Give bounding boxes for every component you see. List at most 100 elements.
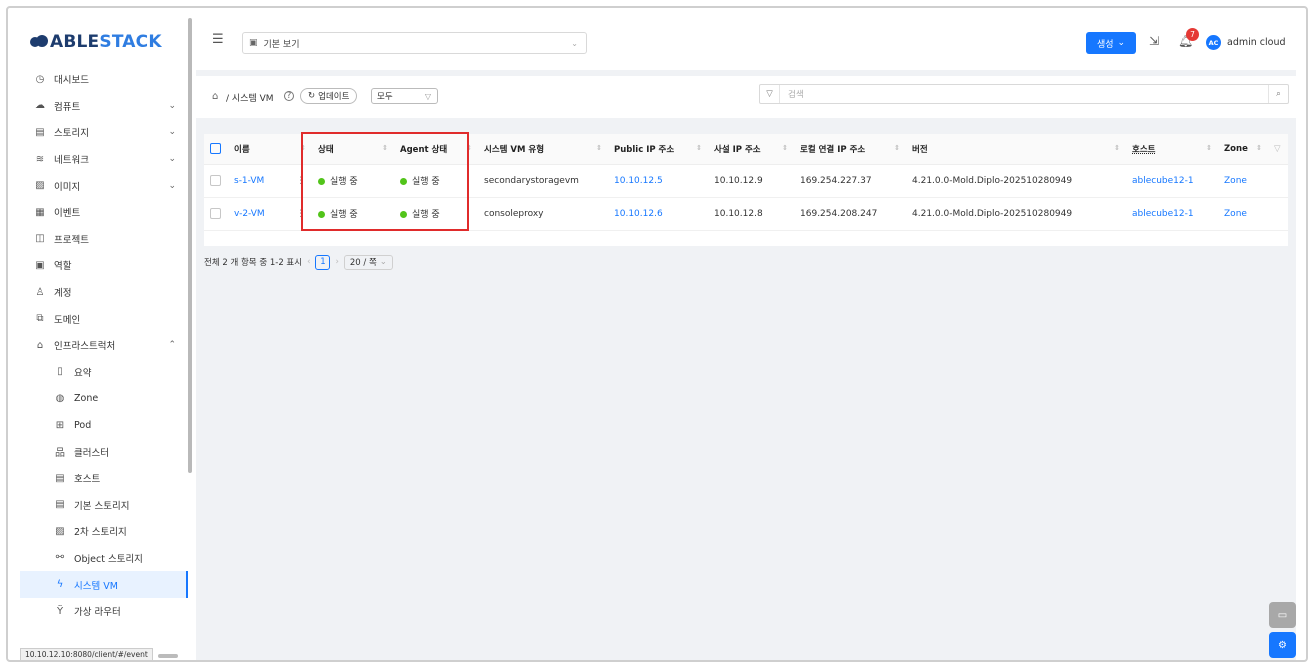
sidebar-item-label: 역할: [54, 261, 72, 273]
sidebar-item[interactable]: ⧉ 도메인: [20, 305, 188, 332]
fork-icon: Ÿ: [56, 605, 64, 617]
sidebar-item[interactable]: ◫ 프로젝트: [20, 226, 188, 253]
column-header[interactable]: Agent 상태 ⇕: [394, 134, 479, 165]
question-icon[interactable]: ?: [284, 91, 294, 101]
vm-name-link[interactable]: v-2-VM: [228, 197, 290, 231]
vm-type-cell: consoleproxy: [478, 197, 609, 231]
secondary-storage-icon: ▨: [55, 525, 65, 537]
sidebar-subitem-label: 클러스터: [74, 447, 109, 459]
app-frame: ABLESTACK ◷ 대시보드 ☁ 컴퓨트 ⌄ ▤ 스토리지 ⌄ ≋ 네트워크 ⌄ ▨ 이미지 ⌄ ▦ 이벤…: [6, 6, 1308, 662]
table-row[interactable]: s-1-VM ⋮ 실행 중 실행 중 secondarystoragevm 10.10.1…: [204, 164, 1289, 198]
column-header[interactable]: Public IP 주소 ⇕: [608, 134, 709, 165]
gear-icon[interactable]: ⚙: [1269, 632, 1296, 658]
sidebar-item[interactable]: ▨ 이미지 ⌄: [20, 172, 188, 199]
bank-icon: ⌂: [36, 339, 44, 351]
sidebar-item[interactable]: ▤ 스토리지 ⌄: [20, 119, 188, 146]
table-row[interactable]: v-2-VM ⋮ 실행 중 실행 중 consoleproxy 10.10.12.6 10.…: [204, 197, 1289, 231]
view-select[interactable]: ▣ 기본 보기 ⌄: [242, 32, 587, 54]
menu-fold-icon[interactable]: ☰: [212, 32, 224, 47]
private-ip-cell: 10.10.12.9: [708, 164, 795, 198]
sidebar-item-label: 네트워크: [54, 155, 89, 167]
column-filter-icon[interactable]: ▽: [1268, 134, 1289, 165]
chevron-down-icon: ⌄: [1117, 38, 1126, 48]
sidebar-subitem[interactable]: ⚯ Object 스토리지: [20, 545, 188, 572]
view-icon: ▣: [249, 38, 258, 48]
zone-link[interactable]: Zone: [1218, 197, 1269, 231]
sidebar-item[interactable]: ♙ 계정: [20, 279, 188, 306]
sidebar-item[interactable]: ⌂ 인프라스트럭처 ⌃: [20, 332, 188, 359]
page-number[interactable]: 1: [315, 254, 331, 270]
search-placeholder: 검색: [788, 90, 804, 100]
status-dot-icon: [400, 211, 408, 218]
private-ip-cell: 10.10.12.8: [708, 197, 795, 231]
zone-link[interactable]: Zone: [1218, 164, 1269, 198]
more-icon[interactable]: ⋮: [290, 164, 313, 198]
public-ip-link[interactable]: 10.10.12.5: [608, 164, 709, 198]
column-header[interactable]: 시스템 VM 유형 ⇕: [478, 134, 609, 165]
refresh-button[interactable]: ↻ 업데이트: [300, 88, 358, 104]
chevron-icon: ⌄: [168, 127, 176, 138]
sidebar-item[interactable]: ☁ 컴퓨트 ⌄: [20, 93, 188, 120]
sidebar-subitem-label: 시스템 VM: [74, 580, 118, 592]
status-dot-icon: [318, 211, 326, 218]
column-header[interactable]: 로컬 연결 IP 주소 ⇕: [794, 134, 907, 165]
more-icon[interactable]: ⋮: [290, 197, 313, 231]
sidebar-subitem[interactable]: ▨ 2차 스토리지: [20, 518, 188, 545]
sidebar-subitem[interactable]: ◍ Zone: [20, 385, 188, 412]
next-page-icon[interactable]: ›: [335, 257, 338, 267]
sidebar-subitem[interactable]: ϟ 시스템 VM: [20, 571, 188, 598]
prev-page-icon[interactable]: ‹: [307, 257, 310, 267]
avatar[interactable]: AC: [1206, 35, 1221, 50]
logo[interactable]: ABLESTACK: [30, 30, 162, 54]
search-icon[interactable]: ⌕: [1268, 85, 1288, 103]
sidebar-item[interactable]: ▣ 역할: [20, 252, 188, 279]
sidebar-item[interactable]: ◷ 대시보드: [20, 66, 188, 93]
table-header-row: 이름 ⇕ 상태 ⇕ Agent 상태 ⇕ 시스템 VM 유형 ⇕ Public IP 주…: [204, 134, 1289, 165]
sidebar-scrollbar[interactable]: [188, 18, 192, 473]
state-cell: 실행 중: [312, 197, 395, 231]
version-cell: 4.21.0.0-Mold.Diplo-202510280949: [906, 197, 1127, 231]
vm-name-link[interactable]: s-1-VM: [228, 164, 290, 198]
column-header[interactable]: 호스트 ⇕: [1126, 134, 1219, 165]
column-header[interactable]: 사설 IP 주소 ⇕: [708, 134, 795, 165]
sidebar-subitem[interactable]: ⊞ Pod: [20, 412, 188, 439]
sidebar-subitem[interactable]: ▤ 기본 스토리지: [20, 492, 188, 519]
keyboard-icon[interactable]: ▭: [1269, 602, 1296, 628]
project-icon: ◫: [35, 233, 45, 245]
sidebar-item[interactable]: ▦ 이벤트: [20, 199, 188, 226]
column-header[interactable]: 이름 ⇕: [228, 134, 313, 165]
vm-type-cell: secondarystoragevm: [478, 164, 609, 198]
chevron-down-icon: ⌄: [571, 38, 578, 48]
public-ip-link[interactable]: 10.10.12.6: [608, 197, 709, 231]
column-header[interactable]: Zone ⇕: [1218, 134, 1269, 165]
chevron-icon: ⌃: [168, 340, 176, 351]
sidebar-horizontal-scrollbar[interactable]: [158, 654, 178, 658]
create-button[interactable]: 생성 ⌄: [1086, 32, 1136, 54]
sidebar-subitem[interactable]: ▤ 호스트: [20, 465, 188, 492]
row-checkbox[interactable]: [204, 164, 228, 198]
select-all-checkbox[interactable]: [204, 134, 228, 165]
sidebar-item-label: 도메인: [54, 314, 81, 326]
username[interactable]: admin cloud: [1227, 37, 1286, 48]
row-checkbox[interactable]: [204, 197, 228, 231]
sidebar-item-label: 이미지: [54, 181, 81, 193]
sidebar-subitem[interactable]: Ÿ 가상 라우터: [20, 598, 188, 625]
column-header[interactable]: 버전 ⇕: [906, 134, 1127, 165]
notification-badge: 7: [1186, 28, 1199, 41]
filter-select[interactable]: 모두 ▽: [371, 88, 438, 104]
system-vm-table: 이름 ⇕ 상태 ⇕ Agent 상태 ⇕ 시스템 VM 유형 ⇕ Public IP 주…: [204, 134, 1289, 246]
breadcrumb: / 시스템 VM: [226, 94, 274, 104]
search-input[interactable]: ▽ 검색 ⌕: [759, 84, 1289, 104]
page-size-select[interactable]: 20 / 쪽 ⌄: [343, 254, 393, 270]
sidebar-item[interactable]: ≋ 네트워크 ⌄: [20, 146, 188, 173]
sidebar-item-label: 프로젝트: [54, 234, 89, 246]
filter-icon[interactable]: ▽: [760, 85, 780, 103]
export-icon[interactable]: ⇲: [1149, 34, 1159, 48]
refresh-button-label: 업데이트: [318, 92, 350, 102]
sidebar-subitem[interactable]: ▯ 요약: [20, 359, 188, 386]
home-icon[interactable]: ⌂: [212, 91, 218, 102]
sidebar-subitem[interactable]: 品 클러스터: [20, 438, 188, 465]
host-link[interactable]: ablecube12-1: [1126, 164, 1219, 198]
column-header[interactable]: 상태 ⇕: [312, 134, 395, 165]
host-link[interactable]: ablecube12-1: [1126, 197, 1219, 231]
